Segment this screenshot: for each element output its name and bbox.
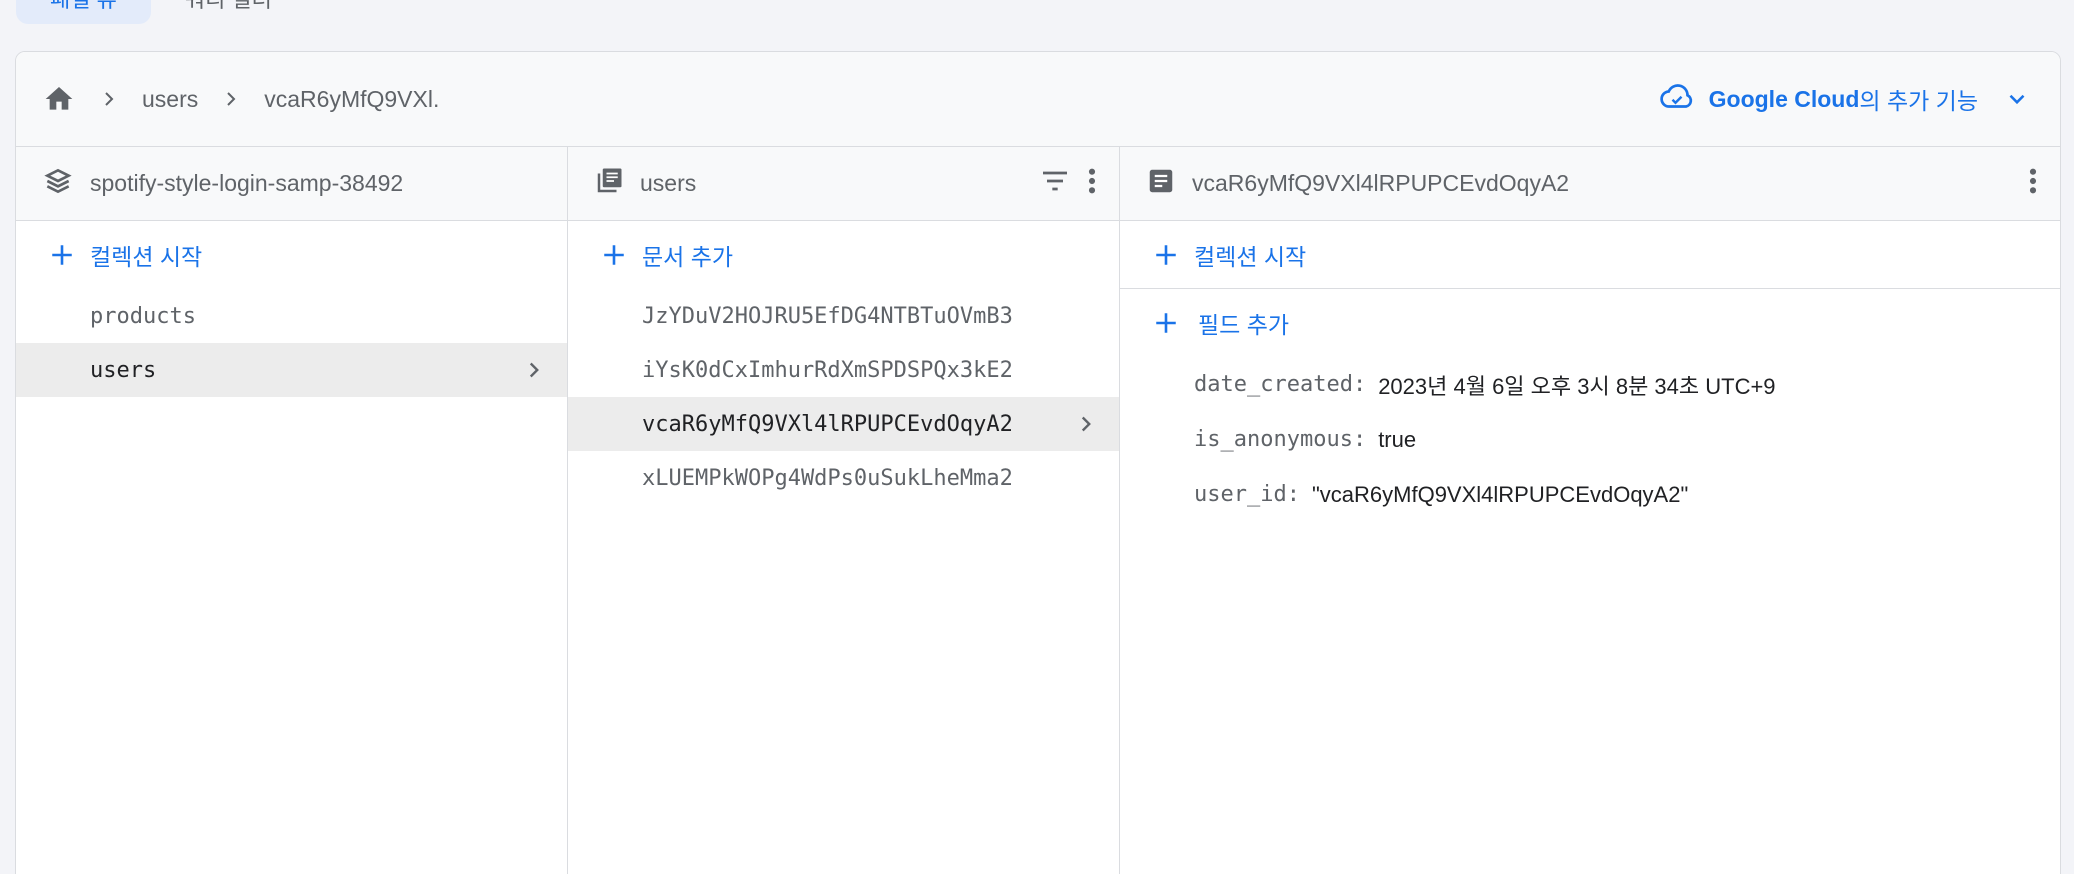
tab-panel-view[interactable]: 패널 뷰 bbox=[16, 0, 151, 24]
chevron-down-icon bbox=[2004, 86, 2030, 112]
more-vert-icon[interactable] bbox=[1085, 165, 1099, 202]
collection-icon bbox=[594, 166, 624, 201]
start-collection-button[interactable]: 컬렉션 시작 bbox=[16, 221, 567, 289]
collection-column: users 문서 추가 JzYDuV2HOJRU5EfDG4NTBTuOVmB3… bbox=[568, 147, 1120, 874]
view-tabs: 패널 뷰 쿼리 빌더 bbox=[16, 0, 306, 24]
add-document-button[interactable]: 문서 추가 bbox=[568, 221, 1119, 289]
breadcrumb: users vcaR6yMfQ9VXl. Google Cloud 의 추가 기… bbox=[16, 52, 2060, 147]
document-item[interactable]: xLUEMPkWOPg4WdPs0uSukLheMma2 bbox=[568, 451, 1119, 505]
document-title: vcaR6yMfQ9VXl4lRPUPCEvdOqyA2 bbox=[1192, 170, 1570, 196]
start-collection-label: 컬렉션 시작 bbox=[1194, 243, 1307, 270]
tab-query-builder[interactable]: 쿼리 빌더 bbox=[151, 0, 306, 24]
plus-icon bbox=[1150, 239, 1182, 271]
document-id: iYsK0dCxImhurRdXmSPDSPQx3kE2 bbox=[642, 357, 1013, 383]
add-field-button[interactable]: 필드 추가 bbox=[1120, 289, 2060, 357]
list-item-users[interactable]: users bbox=[16, 343, 567, 397]
panel-columns: spotify-style-login-samp-38492 컬렉션 시작 pr… bbox=[16, 147, 2060, 874]
document-actions bbox=[2026, 165, 2040, 202]
chevron-right-icon bbox=[94, 84, 124, 114]
add-document-label: 문서 추가 bbox=[642, 244, 734, 270]
filter-icon[interactable] bbox=[1039, 165, 1071, 202]
project-title: spotify-style-login-samp-38492 bbox=[90, 170, 404, 196]
more-vert-icon[interactable] bbox=[2026, 165, 2040, 202]
home-icon[interactable] bbox=[42, 82, 76, 116]
cloud-icon bbox=[1659, 82, 1695, 116]
field-value: true bbox=[1378, 426, 1417, 452]
start-collection-label: 컬렉션 시작 bbox=[90, 244, 203, 270]
firestore-stack-icon bbox=[42, 165, 74, 202]
plus-icon bbox=[598, 239, 630, 271]
field-row-is-anonymous[interactable]: is_anonymous: true bbox=[1120, 412, 2060, 467]
extensions-label: 의 추가 기능 bbox=[1859, 88, 1978, 114]
field-value: 2023년 4월 6일 오후 3시 8분 34초 UTC+9 bbox=[1378, 373, 1776, 399]
list-item-products[interactable]: products bbox=[16, 289, 567, 343]
collection-name: users bbox=[90, 357, 157, 383]
field-row-date-created[interactable]: date_created: 2023년 4월 6일 오후 3시 8분 34초 U… bbox=[1120, 357, 2060, 412]
chevron-right-icon bbox=[521, 357, 547, 383]
start-subcollection-button[interactable]: 컬렉션 시작 bbox=[1120, 221, 2060, 289]
plus-icon bbox=[1150, 307, 1182, 339]
breadcrumb-document[interactable]: vcaR6yMfQ9VXl. bbox=[264, 86, 439, 113]
document-id: xLUEMPkWOPg4WdPs0uSukLheMma2 bbox=[642, 465, 1013, 491]
google-cloud-label: Google Cloud bbox=[1708, 85, 1860, 112]
root-column: spotify-style-login-samp-38492 컬렉션 시작 pr… bbox=[16, 147, 568, 874]
field-key: user_id: bbox=[1194, 482, 1300, 507]
document-item[interactable]: JzYDuV2HOJRU5EfDG4NTBTuOVmB3 bbox=[568, 289, 1119, 343]
chevron-right-icon bbox=[216, 84, 246, 114]
document-column-header: vcaR6yMfQ9VXl4lRPUPCEvdOqyA2 bbox=[1120, 147, 2060, 221]
collection-column-header: users bbox=[568, 147, 1119, 221]
document-column: vcaR6yMfQ9VXl4lRPUPCEvdOqyA2 컬렉션 시작 필드 추… bbox=[1120, 147, 2060, 874]
document-id: vcaR6yMfQ9VXl4lRPUPCEvdOqyA2 bbox=[642, 411, 1013, 437]
google-cloud-extensions-button[interactable]: Google Cloud 의 추가 기능 bbox=[1659, 82, 2030, 116]
document-item[interactable]: iYsK0dCxImhurRdXmSPDSPQx3kE2 bbox=[568, 343, 1119, 397]
document-icon bbox=[1146, 166, 1176, 201]
root-column-header: spotify-style-login-samp-38492 bbox=[16, 147, 567, 221]
firestore-data-card: users vcaR6yMfQ9VXl. Google Cloud 의 추가 기… bbox=[15, 51, 2061, 874]
field-key: date_created: bbox=[1194, 372, 1367, 397]
document-id: JzYDuV2HOJRU5EfDG4NTBTuOVmB3 bbox=[642, 303, 1013, 329]
add-field-label: 필드 추가 bbox=[1198, 312, 1290, 338]
field-row-user-id[interactable]: user_id: "vcaR6yMfQ9VXl4lRPUPCEvdOqyA2" bbox=[1120, 467, 2060, 522]
collection-name: products bbox=[90, 303, 196, 329]
plus-icon bbox=[46, 239, 78, 271]
collection-title: users bbox=[640, 170, 697, 196]
field-value: "vcaR6yMfQ9VXl4lRPUPCEvdOqyA2" bbox=[1311, 481, 1689, 507]
collection-actions bbox=[1039, 165, 1099, 202]
document-item-selected[interactable]: vcaR6yMfQ9VXl4lRPUPCEvdOqyA2 bbox=[568, 397, 1119, 451]
chevron-right-icon bbox=[1073, 411, 1099, 437]
breadcrumb-users[interactable]: users bbox=[142, 86, 198, 113]
field-key: is_anonymous: bbox=[1194, 427, 1367, 452]
